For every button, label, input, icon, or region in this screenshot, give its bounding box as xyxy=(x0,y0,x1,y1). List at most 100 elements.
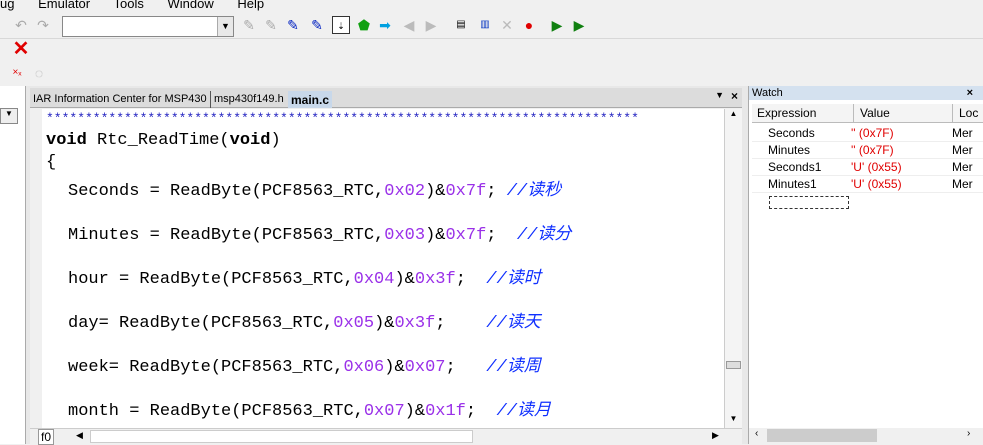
column-value[interactable]: Value xyxy=(853,104,890,122)
column-location[interactable]: Loc xyxy=(952,104,978,122)
go-to-icon[interactable]: ⇣ xyxy=(332,16,350,34)
vertical-scrollbar[interactable]: ▲ ▼ xyxy=(724,109,742,428)
code-area[interactable]: ****************************************… xyxy=(30,109,724,428)
column-expression[interactable]: Expression xyxy=(757,106,816,120)
register-address: 0x04 xyxy=(353,270,395,289)
bit-mask: 0x3f xyxy=(414,270,456,289)
scroll-thumb[interactable] xyxy=(767,429,877,442)
code-line: month = ReadByte(PCF8563_RTC,0x07)&0x1f;… xyxy=(68,395,551,421)
watch-title: Watch × xyxy=(749,86,983,100)
code-text: Minutes = ReadByte(PCF8563_RTC, xyxy=(68,226,385,245)
debug-icon[interactable]: ● xyxy=(520,16,538,34)
watch-expression: Seconds xyxy=(768,126,815,140)
bit-mask: 0x7f xyxy=(445,226,487,245)
scroll-thumb[interactable] xyxy=(90,430,473,443)
watch-location: Mer xyxy=(952,143,973,157)
chevron-down-icon[interactable]: ▼ xyxy=(0,108,18,124)
func-name: Rtc_ReadTime( xyxy=(86,131,230,150)
redo-icon[interactable]: ↷ xyxy=(34,16,52,34)
bit-mask: 0x1f xyxy=(425,402,466,421)
forward-icon[interactable]: ▶ xyxy=(422,16,440,34)
tab-main-c[interactable]: main.c xyxy=(288,91,333,108)
watch-location: Mer xyxy=(952,126,973,140)
function-tab[interactable]: f0 xyxy=(38,429,55,445)
operator: )& xyxy=(384,358,405,377)
bit-mask: 0x7f xyxy=(445,182,487,201)
code-line: void Rtc_ReadTime(void) xyxy=(46,131,281,150)
scroll-left-icon[interactable]: ◀ xyxy=(76,430,83,441)
watch-row[interactable]: Minutes '' (0x7F) Mer xyxy=(752,142,983,159)
code-text: ; xyxy=(465,402,497,421)
editor-tabs: IAR Information Center for MSP430 msp430… xyxy=(30,88,742,108)
operator: )& xyxy=(374,314,395,333)
menu-debug[interactable]: ug xyxy=(0,0,14,11)
watch-row[interactable]: Seconds1 'U' (0x55) Mer xyxy=(752,159,983,176)
code-text: ; xyxy=(435,314,487,333)
register-address: 0x03 xyxy=(384,226,426,245)
watch-value: 'U' (0x55) xyxy=(851,160,902,174)
watch-expression: Minutes xyxy=(768,143,811,157)
watch-row[interactable]: Seconds '' (0x7F) Mer xyxy=(752,125,983,142)
back-icon[interactable]: ◀ xyxy=(400,16,418,34)
watch-horizontal-scrollbar[interactable]: ‹ › xyxy=(749,428,983,444)
code-comment: //读分 xyxy=(516,226,572,245)
stop-build-icon[interactable]: ✕ xyxy=(498,16,516,34)
close-icon[interactable]: ✕ xyxy=(12,39,30,59)
watch-location: Mer xyxy=(952,160,973,174)
bit-mask: 0x3f xyxy=(394,314,436,333)
code-text: ; xyxy=(486,182,507,201)
toggle-bookmark-icon[interactable]: ✎ xyxy=(240,16,258,34)
scroll-thumb[interactable] xyxy=(726,361,741,369)
compile-icon[interactable]: ▥ xyxy=(476,16,494,34)
watch-value: 'U' (0x55) xyxy=(851,177,902,191)
scroll-right-icon[interactable]: › xyxy=(967,428,970,439)
horizontal-scrollbar[interactable]: f0 ◀ ▶ xyxy=(30,428,742,445)
make-icon[interactable]: ▤ xyxy=(452,16,470,34)
close-icon[interactable]: × xyxy=(731,89,738,103)
menu-help[interactable]: Help xyxy=(237,0,264,11)
menu-window[interactable]: Window xyxy=(168,0,214,11)
next-bookmark-icon[interactable]: ✎ xyxy=(262,16,280,34)
step-icon[interactable]: ⬟ xyxy=(355,16,373,34)
code-text: hour = ReadByte(PCF8563_RTC, xyxy=(68,270,354,289)
code-line: week= ReadByte(PCF8563_RTC,0x06)&0x07; /… xyxy=(68,351,541,377)
code-line: hour = ReadByte(PCF8563_RTC,0x04)&0x3f; … xyxy=(68,263,541,289)
code-text: ; xyxy=(486,226,517,245)
code-comment: //读周 xyxy=(486,358,541,377)
tab-msp430f149[interactable]: msp430f149.h xyxy=(210,91,287,108)
comment-icon[interactable]: ◌ xyxy=(30,64,48,82)
clear-breakpoints-icon[interactable]: ×ₓ xyxy=(8,64,26,82)
tab-iar-info[interactable]: IAR Information Center for MSP430 xyxy=(30,91,210,108)
editor: IAR Information Center for MSP430 msp430… xyxy=(30,88,742,445)
toggle-breakpoint-icon[interactable]: ✎ xyxy=(284,16,302,34)
tab-list-icon[interactable]: ▼ xyxy=(715,90,724,100)
code-line: day= ReadByte(PCF8563_RTC,0x05)&0x3f; //… xyxy=(68,307,541,333)
find-combo[interactable]: ▼ xyxy=(62,16,234,37)
enable-breakpoint-icon[interactable]: ✎ xyxy=(308,16,326,34)
scroll-left-icon[interactable]: ‹ xyxy=(755,428,758,439)
comment-stars: ****************************************… xyxy=(46,111,639,126)
menu-emulator[interactable]: Emulator xyxy=(38,0,90,11)
watch-title-text: Watch xyxy=(752,87,783,99)
code-text: Seconds = ReadByte(PCF8563_RTC, xyxy=(68,182,385,201)
watch-row[interactable]: Minutes1 'U' (0x55) Mer xyxy=(752,176,983,193)
new-expression-slot[interactable] xyxy=(769,196,849,209)
watch-expression: Seconds1 xyxy=(768,160,822,174)
keyword: void xyxy=(46,131,87,150)
code-text: month = ReadByte(PCF8563_RTC, xyxy=(68,402,364,421)
menubar: ug Emulator Tools Window Help xyxy=(0,0,284,11)
menu-tools[interactable]: Tools xyxy=(114,0,144,11)
scroll-up-icon[interactable]: ▲ xyxy=(725,109,742,123)
step-over-icon[interactable]: ➡ xyxy=(376,16,394,34)
undo-icon[interactable]: ↶ xyxy=(12,16,30,34)
code-text: day= ReadByte(PCF8563_RTC, xyxy=(68,314,334,333)
watch-value: '' (0x7F) xyxy=(851,143,894,157)
download-icon[interactable]: ▶ xyxy=(570,16,588,34)
close-icon[interactable]: × xyxy=(967,86,973,100)
scroll-right-icon[interactable]: ▶ xyxy=(712,430,719,441)
scroll-down-icon[interactable]: ▼ xyxy=(725,414,742,428)
download-debug-icon[interactable]: ▶ xyxy=(548,16,566,34)
chevron-down-icon[interactable]: ▼ xyxy=(217,17,233,36)
code-text: ; xyxy=(455,270,487,289)
keyword: void xyxy=(229,131,271,150)
